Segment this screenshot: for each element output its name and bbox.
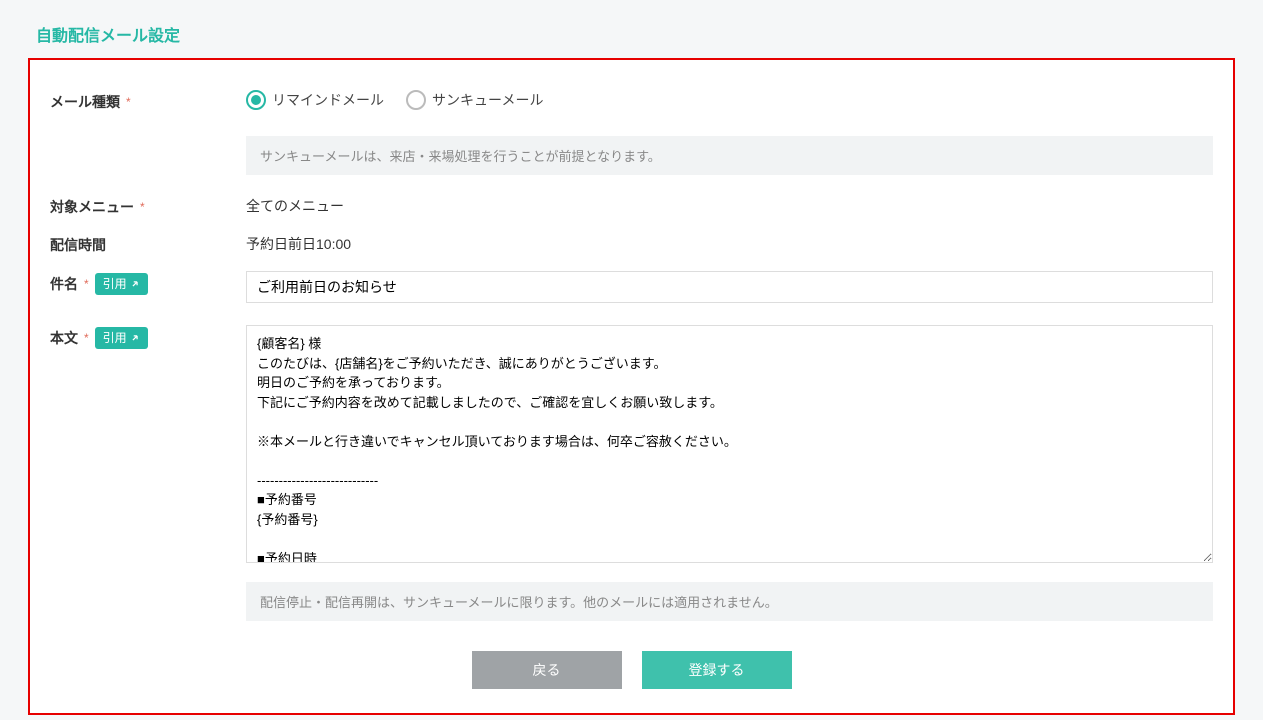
- required-mark: *: [140, 200, 145, 214]
- subject-quote-button[interactable]: 引用: [95, 273, 148, 295]
- radio-thankyou-label: サンキューメール: [432, 90, 543, 110]
- mail-type-radio-group: リマインドメール サンキューメール: [246, 90, 1213, 110]
- external-link-icon: [130, 279, 140, 289]
- radio-icon-unselected: [406, 90, 426, 110]
- quote-button-label: 引用: [103, 275, 127, 292]
- submit-button[interactable]: 登録する: [642, 651, 792, 689]
- radio-icon-selected: [246, 90, 266, 110]
- form-container: メール種類 * リマインドメール サンキューメール サ: [28, 58, 1235, 715]
- subject-label: 件名: [50, 274, 78, 294]
- body-quote-button[interactable]: 引用: [95, 327, 148, 349]
- subject-input[interactable]: [246, 271, 1213, 303]
- required-mark: *: [126, 95, 131, 109]
- mail-type-note: サンキューメールは、来店・来場処理を行うことが前提となります。: [246, 136, 1213, 175]
- body-textarea[interactable]: [246, 325, 1213, 563]
- radio-thankyou-mail[interactable]: サンキューメール: [406, 90, 543, 110]
- body-note: 配信停止・配信再開は、サンキューメールに限ります。他のメールには適用されません。: [246, 582, 1213, 621]
- quote-button-label: 引用: [103, 329, 127, 346]
- radio-remind-label: リマインドメール: [272, 90, 384, 110]
- target-menu-label: 対象メニュー: [50, 197, 134, 217]
- back-button[interactable]: 戻る: [472, 651, 622, 689]
- delivery-time-value: 予約日前日10:00: [246, 233, 1213, 254]
- target-menu-value: 全てのメニュー: [246, 195, 1213, 216]
- required-mark: *: [84, 277, 89, 291]
- button-bar: 戻る 登録する: [50, 651, 1213, 689]
- radio-remind-mail[interactable]: リマインドメール: [246, 90, 384, 110]
- page-title: 自動配信メール設定: [0, 0, 1263, 58]
- delivery-time-label: 配信時間: [50, 235, 106, 255]
- mail-type-label: メール種類: [50, 92, 120, 112]
- required-mark: *: [84, 331, 89, 345]
- external-link-icon: [130, 333, 140, 343]
- body-label: 本文: [50, 328, 78, 348]
